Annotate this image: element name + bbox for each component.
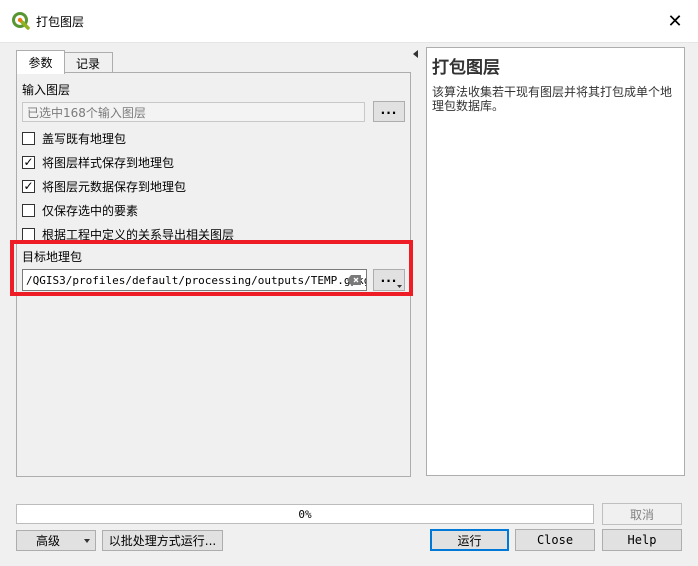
overwrite-checkbox-row[interactable]: 盖写既有地理包 [22, 129, 126, 147]
close-icon[interactable]: ✕ [652, 0, 698, 42]
input-layers-value: 已选中168个输入图层 [27, 105, 146, 120]
output-browse-button[interactable]: ... [373, 269, 405, 291]
advanced-button[interactable]: 高级 [16, 530, 96, 551]
help-description: 该算法收集若干现有图层并将其打包成单个地理包数据库。 [432, 85, 673, 113]
output-path-input[interactable]: /QGIS3/profiles/default/processing/outpu… [22, 269, 367, 291]
save-styles-checkbox-row[interactable]: ✓ 将图层样式保存到地理包 [22, 153, 174, 171]
qgis-logo-icon [12, 12, 30, 30]
run-label: 运行 [457, 533, 482, 548]
tab-label: 参数 [28, 56, 53, 70]
progress-bar: 0% [16, 504, 594, 524]
checkbox-label: 将图层样式保存到地理包 [42, 155, 175, 170]
checkbox-label: 盖写既有地理包 [42, 131, 127, 146]
browse-label: ... [380, 271, 398, 285]
help-button[interactable]: Help [602, 529, 682, 551]
checkbox-label: 仅保存选中的要素 [42, 203, 139, 218]
close-button[interactable]: Close [515, 529, 595, 551]
title-bar: 打包图层 ✕ [0, 0, 698, 43]
window-title: 打包图层 [36, 15, 85, 29]
close-label: Close [536, 533, 574, 547]
check-icon: ✓ [23, 154, 34, 169]
tab-label: 记录 [75, 56, 100, 71]
overwrite-checkbox[interactable] [22, 131, 35, 145]
check-icon: ✓ [23, 178, 34, 193]
chevron-down-icon [84, 539, 90, 543]
run-button[interactable]: 运行 [430, 529, 509, 551]
export-related-checkbox[interactable] [22, 227, 35, 241]
chevron-down-icon [397, 285, 402, 288]
save-styles-checkbox[interactable]: ✓ [22, 154, 35, 169]
browse-label: ... [380, 102, 398, 117]
batch-label: 以批处理方式运行... [108, 534, 217, 548]
input-layers-label: 输入图层 [22, 83, 71, 97]
advanced-label: 高级 [36, 534, 61, 548]
selected-only-checkbox[interactable] [22, 203, 35, 217]
checkbox-label: 根据工程中定义的关系导出相关图层 [42, 227, 235, 242]
output-path-value: /QGIS3/profiles/default/processing/outpu… [26, 273, 367, 287]
selected-only-checkbox-row[interactable]: 仅保存选中的要素 [22, 201, 138, 219]
checkbox-label: 将图层元数据保存到地理包 [42, 179, 187, 194]
help-panel: 打包图层 该算法收集若干现有图层并将其打包成单个地理包数据库。 [426, 47, 685, 476]
help-label: Help [627, 533, 657, 547]
help-title: 打包图层 [432, 58, 500, 78]
progress-text: 0% [298, 507, 312, 521]
batch-run-button[interactable]: 以批处理方式运行... [102, 530, 223, 551]
tab-parameters[interactable]: 参数 [16, 50, 65, 74]
save-metadata-checkbox[interactable]: ✓ [22, 178, 35, 193]
input-layers-browse-button[interactable]: ... [373, 101, 405, 122]
cancel-label: 取消 [629, 507, 654, 522]
collapse-arrow-icon[interactable] [413, 50, 419, 58]
parameters-panel: 输入图层 已选中168个输入图层 ... 盖写既有地理包 ✓ 将图层样式保存到地… [16, 72, 411, 477]
clear-icon[interactable] [347, 275, 361, 285]
export-related-checkbox-row[interactable]: 根据工程中定义的关系导出相关图层 [22, 225, 234, 243]
cancel-button: 取消 [602, 503, 682, 525]
tab-log[interactable]: 记录 [63, 52, 113, 73]
output-label: 目标地理包 [22, 250, 83, 264]
input-layers-field: 已选中168个输入图层 [22, 102, 365, 122]
save-metadata-checkbox-row[interactable]: ✓ 将图层元数据保存到地理包 [22, 177, 186, 195]
